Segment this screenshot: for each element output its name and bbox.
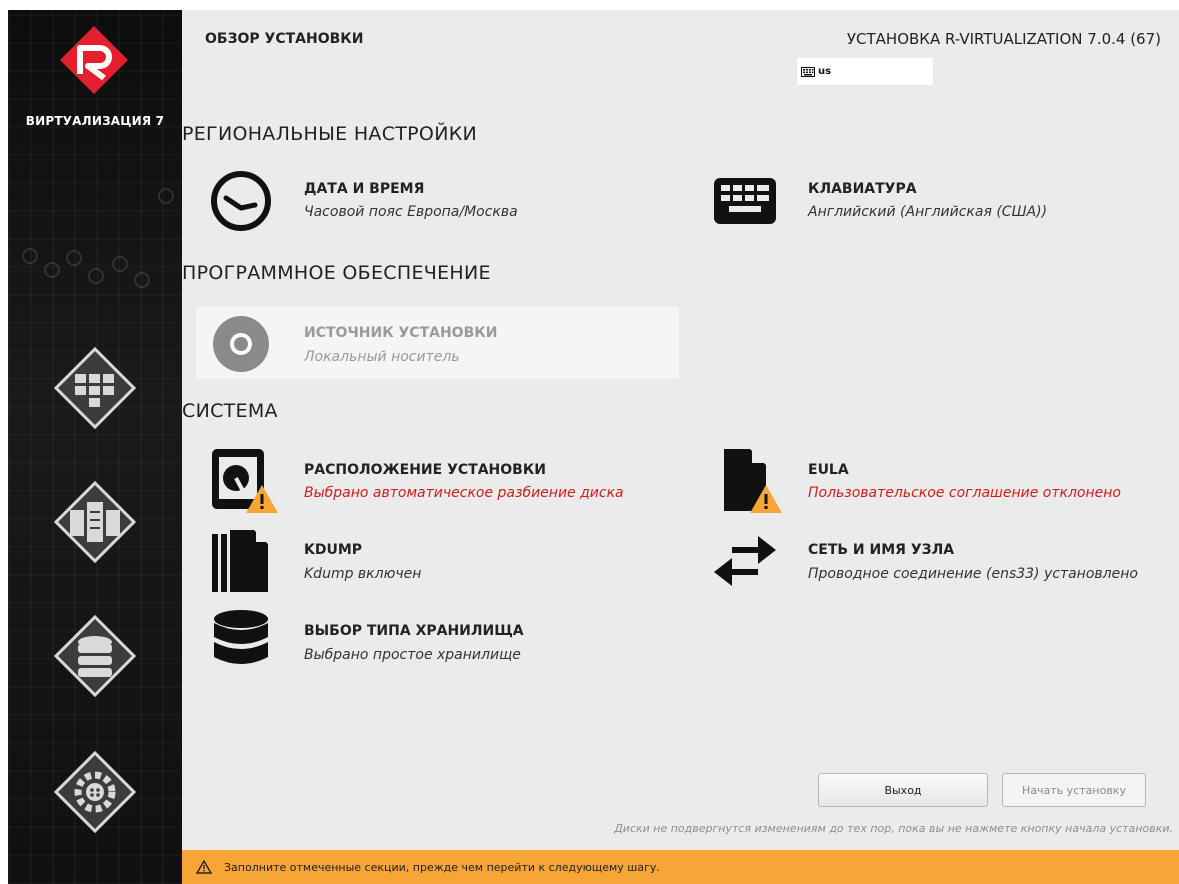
spoke-kdump-status: Kdump включен	[304, 566, 422, 582]
begin-installation-button[interactable]: Начать установку	[1002, 773, 1146, 807]
spoke-network-status: Проводное соединение (ens33) установлено	[808, 566, 1138, 582]
spoke-eula-status: Пользовательское соглашение отклонено	[808, 485, 1121, 501]
disk-notice: Диски не подвергнутся изменениям до тех …	[614, 822, 1173, 835]
page-title: ОБЗОР УСТАНОВКИ	[205, 31, 364, 47]
quit-button[interactable]: Выход	[818, 773, 988, 807]
spoke-network-name: СЕТЬ И ИМЯ УЗЛА	[808, 542, 955, 558]
spoke-storage-type[interactable]: ВЫБОР ТИПА ХРАНИЛИЩА Выбрано простое хра…	[208, 607, 688, 677]
section-title-system: СИСТЕМА	[182, 400, 278, 422]
database-icon	[214, 610, 268, 664]
section-title-localization: РЕГИОНАЛЬНЫЕ НАСТРОЙКИ	[182, 123, 478, 145]
circuit-dot	[66, 250, 82, 266]
clock-icon	[211, 171, 271, 231]
circuit-dot	[112, 256, 128, 272]
circuit-dot	[44, 262, 60, 278]
spoke-keyboard-name: КЛАВИАТУРА	[808, 181, 917, 197]
circuit-dot	[88, 268, 104, 284]
installer-window: ВИРТУАЛИЗАЦИЯ 7 ОБЗОР УСТАНОВКИ УСТАНОВК…	[8, 10, 1179, 884]
spoke-installation-destination[interactable]: РАСПОЛОЖЕНИЕ УСТАНОВКИ Выбрано автоматич…	[208, 447, 688, 517]
keyboard-layout-label: us	[818, 66, 832, 77]
sidebar: ВИРТУАЛИЗАЦИЯ 7	[8, 10, 182, 884]
r-virtualization-logo	[60, 26, 128, 94]
servers-diamond-icon	[53, 480, 137, 564]
spoke-kdump[interactable]: KDUMP Kdump включен	[208, 528, 688, 598]
keyboard-icon	[801, 66, 815, 77]
section-title-software: ПРОГРАММНОЕ ОБЕСПЕЧЕНИЕ	[182, 262, 491, 284]
spoke-eula-name: EULA	[808, 462, 849, 478]
spoke-installation-source[interactable]: ИСТОЧНИК УСТАНОВКИ Локальный носитель	[196, 307, 679, 379]
circuit-dot	[158, 188, 174, 204]
database-diamond-icon	[53, 614, 137, 698]
kdump-documents-icon	[212, 530, 268, 592]
spoke-datetime-name: ДАТА И ВРЕМЯ	[304, 181, 425, 197]
applications-diamond-icon	[53, 346, 137, 430]
warning-icon	[750, 485, 782, 513]
settings-diamond-icon	[53, 750, 137, 834]
warning-bar-text: Заполните отмеченные секции, прежде чем …	[224, 860, 660, 874]
circuit-dot	[134, 272, 150, 288]
network-arrows-icon	[714, 536, 776, 586]
disc-icon	[213, 316, 269, 372]
keyboard-icon	[714, 178, 776, 224]
spoke-kdump-name: KDUMP	[304, 542, 363, 558]
spoke-source-name: ИСТОЧНИК УСТАНОВКИ	[304, 325, 498, 341]
circuit-dot	[22, 248, 38, 264]
spoke-keyboard[interactable]: КЛАВИАТУРА Английский (Английская (США))	[712, 168, 1179, 234]
keyboard-layout-indicator[interactable]: us	[797, 58, 933, 85]
spoke-storage-name: ВЫБОР ТИПА ХРАНИЛИЩА	[304, 623, 524, 639]
spoke-network-hostname[interactable]: СЕТЬ И ИМЯ УЗЛА Проводное соединение (en…	[712, 528, 1179, 598]
warning-bar[interactable]: Заполните отмеченные секции, прежде чем …	[182, 850, 1179, 884]
sidebar-product-name: ВИРТУАЛИЗАЦИЯ 7	[25, 114, 165, 128]
product-title: УСТАНОВКА R-VIRTUALIZATION 7.0.4 (67)	[846, 30, 1161, 48]
spoke-source-status: Локальный носитель	[304, 349, 460, 365]
spoke-destination-name: РАСПОЛОЖЕНИЕ УСТАНОВКИ	[304, 462, 546, 478]
spoke-destination-status: Выбрано автоматическое разбиение диска	[304, 485, 624, 501]
spoke-storage-status: Выбрано простое хранилище	[304, 647, 521, 663]
spoke-keyboard-status: Английский (Английская (США))	[808, 204, 1048, 220]
spoke-datetime-status: Часовой пояс Европа/Москва	[304, 204, 518, 220]
warning-icon	[196, 860, 212, 874]
warning-icon	[246, 485, 278, 513]
spoke-eula[interactable]: EULA Пользовательское соглашение отклоне…	[712, 447, 1179, 517]
spoke-datetime[interactable]: ДАТА И ВРЕМЯ Часовой пояс Европа/Москва	[208, 168, 648, 234]
